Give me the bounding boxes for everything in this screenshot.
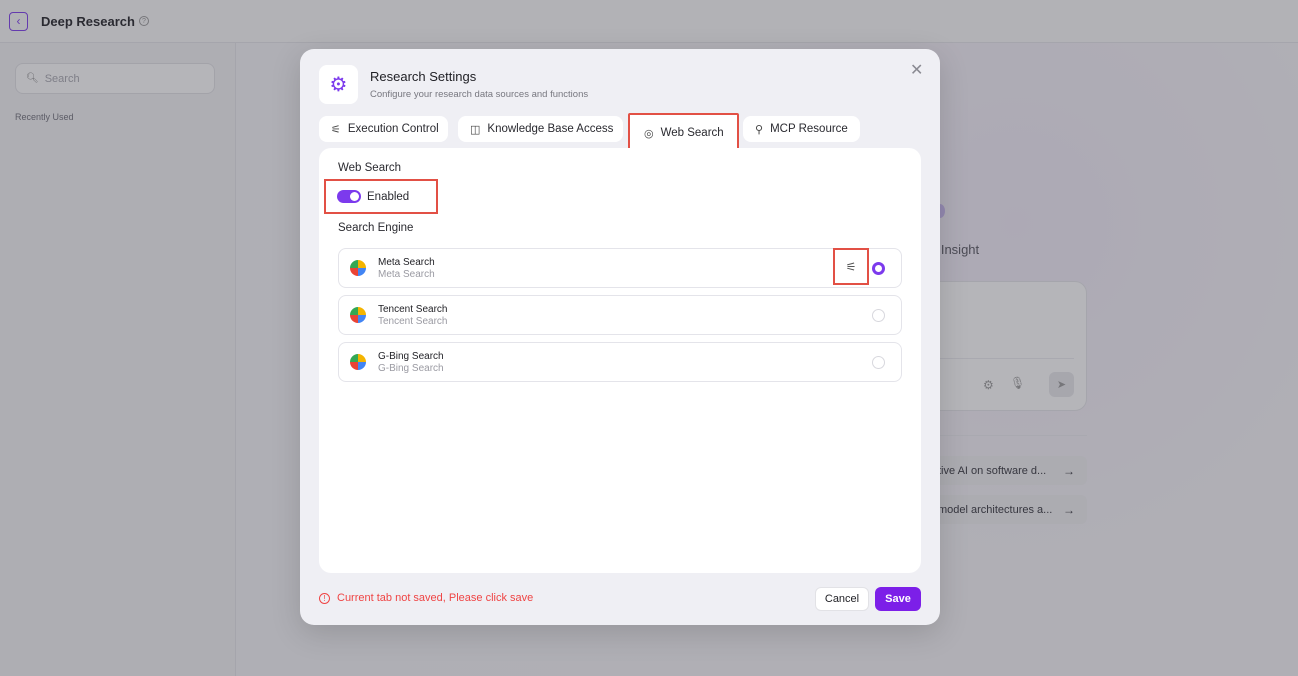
search-engine-icon <box>350 260 366 276</box>
engine-subtitle: Tencent Search <box>378 316 448 327</box>
engine-option-g-bing-search[interactable]: G-Bing Search G-Bing Search <box>338 342 902 382</box>
cancel-button[interactable]: Cancel <box>815 587 869 611</box>
engine-radio[interactable] <box>872 262 885 275</box>
modal-title: Research Settings <box>370 69 477 84</box>
web-search-panel: Web Search Enabled Search Engine Meta Se… <box>319 148 921 573</box>
toggle-switch[interactable] <box>337 190 361 203</box>
modal-subtitle: Configure your research data sources and… <box>370 89 589 100</box>
globe-icon: ◎ <box>644 127 654 140</box>
close-icon[interactable]: ✕ <box>910 63 923 79</box>
engine-option-tencent-search[interactable]: Tencent Search Tencent Search <box>338 295 902 335</box>
tab-mcp-resource[interactable]: ⚲ MCP Resource <box>743 116 860 142</box>
database-icon: ◫ <box>470 123 481 136</box>
engine-subtitle: G-Bing Search <box>378 363 444 374</box>
unsaved-warning: ! Current tab not saved, Please click sa… <box>319 592 533 604</box>
sliders-icon: ⚟ <box>845 259 857 274</box>
research-settings-modal: ⚙ Research Settings Configure your resea… <box>300 49 940 625</box>
engine-option-meta-search[interactable]: Meta Search Meta Search ⚟ <box>338 248 902 288</box>
engine-name: G-Bing Search <box>378 351 444 362</box>
engine-settings-button[interactable]: ⚟ <box>833 248 869 285</box>
search-engine-label: Search Engine <box>338 222 414 234</box>
tab-execution-control[interactable]: ⚟ Execution Control <box>319 116 448 142</box>
engine-radio[interactable] <box>872 309 885 322</box>
tab-label: Web Search <box>660 127 724 139</box>
save-button[interactable]: Save <box>875 587 921 611</box>
web-search-label: Web Search <box>338 162 402 174</box>
warning-text: Current tab not saved, Please click save <box>337 592 534 604</box>
search-engine-icon <box>350 354 366 370</box>
plug-icon: ⚲ <box>755 123 764 136</box>
tab-label: Knowledge Base Access <box>487 123 614 135</box>
tab-label: MCP Resource <box>770 123 848 135</box>
tab-web-search[interactable]: ◎ Web Search <box>628 113 739 153</box>
alert-circle-icon: ! <box>319 592 330 604</box>
sliders-icon: ⚟ <box>331 123 341 136</box>
toggle-label: Enabled <box>367 190 410 203</box>
engine-radio[interactable] <box>872 356 885 369</box>
tab-label: Execution Control <box>347 123 439 135</box>
gear-icon: ⚙ <box>319 65 358 104</box>
engine-subtitle: Meta Search <box>378 269 435 280</box>
engine-name: Tencent Search <box>378 304 448 315</box>
tab-knowledge-base-access[interactable]: ◫ Knowledge Base Access <box>458 116 623 142</box>
web-search-toggle[interactable]: Enabled <box>324 179 438 214</box>
search-engine-icon <box>350 307 366 323</box>
engine-name: Meta Search <box>378 257 435 268</box>
